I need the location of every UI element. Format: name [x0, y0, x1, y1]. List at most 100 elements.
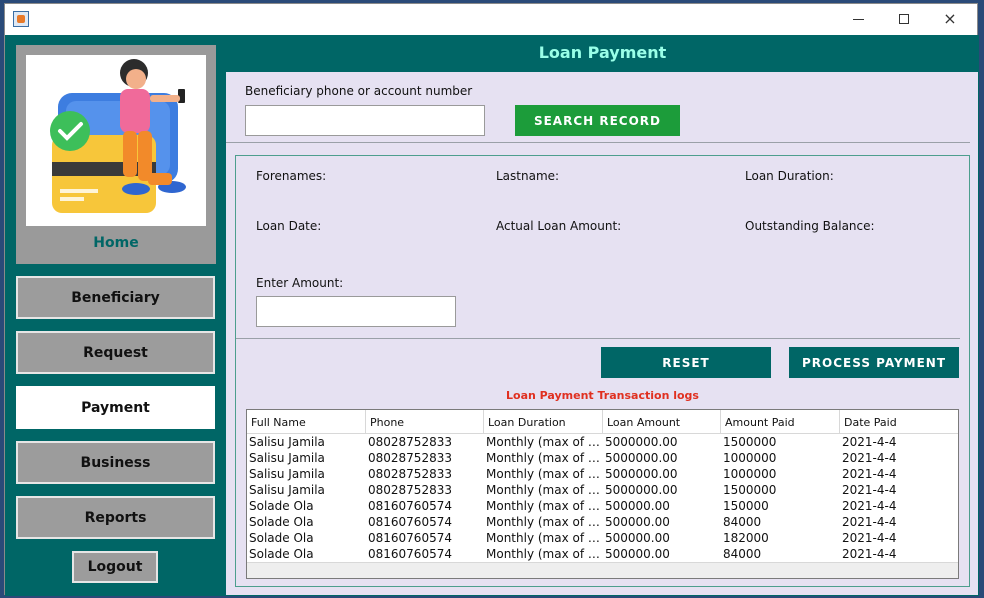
table-cell: 2021-4-4	[842, 483, 897, 497]
maximize-icon	[899, 14, 909, 24]
table-cell: 182000	[723, 531, 769, 545]
table-cell: 08028752833	[368, 483, 452, 497]
table-cell: Salisu Jamila	[249, 483, 325, 497]
search-label: Beneficiary phone or account number	[245, 84, 473, 98]
minimize-icon	[852, 18, 864, 20]
table-cell: 2021-4-4	[842, 547, 897, 561]
table-cell: 08160760574	[368, 531, 452, 545]
table-cell: 2021-4-4	[842, 451, 897, 465]
person-with-card-illustration	[26, 55, 206, 226]
table-body: Salisu Jamila 08028752833 Monthly (max of …	[247, 434, 958, 562]
table-cell: 2021-4-4	[842, 515, 897, 529]
nav-beneficiary-button[interactable]: Beneficiary	[16, 276, 215, 319]
table-header: Full Name Phone Loan Duration Loan Amoun…	[247, 410, 958, 434]
table-cell: 5000000.00	[605, 451, 678, 465]
record-panel: Forenames: Lastname: Loan Duration: Loan…	[235, 155, 970, 587]
content-area: Beneficiary phone or account number SEAR…	[226, 72, 978, 595]
transaction-logs-title: Loan Payment Transaction logs	[506, 389, 699, 402]
loan-duration-label: Loan Duration:	[745, 169, 834, 183]
table-cell: Monthly (max of 6...	[486, 499, 603, 513]
table-cell: 150000	[723, 499, 769, 513]
table-cell: Solade Ola	[249, 499, 314, 513]
table-cell: Monthly (max of 6...	[486, 467, 603, 481]
table-row[interactable]: Solade Ola 08160760574 Monthly (max of 6..…	[247, 498, 958, 514]
table-cell: Salisu Jamila	[249, 435, 325, 449]
table-cell: Monthly (max of 6...	[486, 547, 603, 561]
table-cell: 08028752833	[368, 467, 452, 481]
outstanding-balance-label: Outstanding Balance:	[745, 219, 875, 233]
table-cell: Monthly (max of 6...	[486, 531, 603, 545]
nav-payment-button[interactable]: Payment	[16, 386, 215, 429]
table-cell: 1000000	[723, 467, 777, 481]
table-cell: 08160760574	[368, 499, 452, 513]
amount-input[interactable]	[256, 296, 456, 327]
home-label: Home	[93, 235, 139, 251]
column-header-phone[interactable]: Phone	[366, 410, 484, 433]
table-row[interactable]: Salisu Jamila 08028752833 Monthly (max of …	[247, 482, 958, 498]
table-cell: 08028752833	[368, 435, 452, 449]
main-panel: Loan Payment Beneficiary phone or accoun…	[226, 35, 979, 596]
sidebar: Home Beneficiary Request Payment Busines…	[5, 35, 226, 596]
table-cell: Monthly (max of 6...	[486, 435, 603, 449]
table-cell: 2021-4-4	[842, 435, 897, 449]
logout-button[interactable]: Logout	[72, 551, 158, 583]
table-cell: 08160760574	[368, 547, 452, 561]
table-row[interactable]: Salisu Jamila 08028752833 Monthly (max of …	[247, 466, 958, 482]
table-cell: 500000.00	[605, 515, 670, 529]
java-app-icon	[13, 11, 29, 27]
page-title: Loan Payment	[538, 43, 667, 62]
column-header-date-paid[interactable]: Date Paid	[840, 410, 958, 433]
maximize-button[interactable]	[881, 4, 927, 34]
enter-amount-label: Enter Amount:	[256, 276, 344, 290]
table-cell: 1500000	[723, 435, 777, 449]
loan-date-label: Loan Date:	[256, 219, 322, 233]
reset-button[interactable]: RESET	[601, 347, 771, 378]
column-header-full-name[interactable]: Full Name	[247, 410, 366, 433]
table-cell: Solade Ola	[249, 531, 314, 545]
nav-reports-button[interactable]: Reports	[16, 496, 215, 539]
table-cell: 08028752833	[368, 451, 452, 465]
column-header-amount-paid[interactable]: Amount Paid	[721, 410, 840, 433]
column-header-loan-amount[interactable]: Loan Amount	[603, 410, 721, 433]
actual-loan-amount-label: Actual Loan Amount:	[496, 219, 622, 233]
table-cell: 5000000.00	[605, 483, 678, 497]
minimize-button[interactable]	[835, 4, 881, 34]
table-cell: 2021-4-4	[842, 467, 897, 481]
table-cell: 5000000.00	[605, 467, 678, 481]
process-payment-button[interactable]: PROCESS PAYMENT	[789, 347, 959, 378]
forenames-label: Forenames:	[256, 169, 327, 183]
table-cell: 500000.00	[605, 547, 670, 561]
payment-illustration	[26, 55, 206, 226]
table-cell: 500000.00	[605, 531, 670, 545]
table-cell: 2021-4-4	[842, 499, 897, 513]
nav-request-button[interactable]: Request	[16, 331, 215, 374]
table-cell: 84000	[723, 547, 762, 561]
nav-business-button[interactable]: Business	[16, 441, 215, 484]
table-cell: 5000000.00	[605, 435, 678, 449]
search-input[interactable]	[245, 105, 485, 136]
table-cell: Solade Ola	[249, 547, 314, 561]
table-cell: Monthly (max of 6...	[486, 483, 603, 497]
home-panel[interactable]: Home	[16, 45, 216, 264]
title-bar: ×	[5, 4, 977, 35]
table-row[interactable]: Salisu Jamila 08028752833 Monthly (max of …	[247, 450, 958, 466]
table-cell: Salisu Jamila	[249, 451, 325, 465]
table-cell: Monthly (max of 6...	[486, 515, 603, 529]
table-cell: 1500000	[723, 483, 777, 497]
column-header-loan-duration[interactable]: Loan Duration	[484, 410, 603, 433]
transaction-log-table[interactable]: Full Name Phone Loan Duration Loan Amoun…	[246, 409, 959, 579]
table-empty-area	[247, 562, 958, 578]
table-cell: Salisu Jamila	[249, 467, 325, 481]
table-cell: 84000	[723, 515, 762, 529]
table-row[interactable]: Solade Ola 08160760574 Monthly (max of 6..…	[247, 514, 958, 530]
table-row[interactable]: Solade Ola 08160760574 Monthly (max of 6..…	[247, 546, 958, 562]
search-record-button[interactable]: SEARCH RECORD	[515, 105, 680, 136]
table-cell: 08160760574	[368, 515, 452, 529]
close-button[interactable]: ×	[927, 4, 973, 34]
table-cell: Solade Ola	[249, 515, 314, 529]
divider	[226, 142, 970, 143]
close-icon: ×	[943, 9, 957, 28]
table-row[interactable]: Solade Ola 08160760574 Monthly (max of 6..…	[247, 530, 958, 546]
table-row[interactable]: Salisu Jamila 08028752833 Monthly (max of …	[247, 434, 958, 450]
table-cell: 500000.00	[605, 499, 670, 513]
